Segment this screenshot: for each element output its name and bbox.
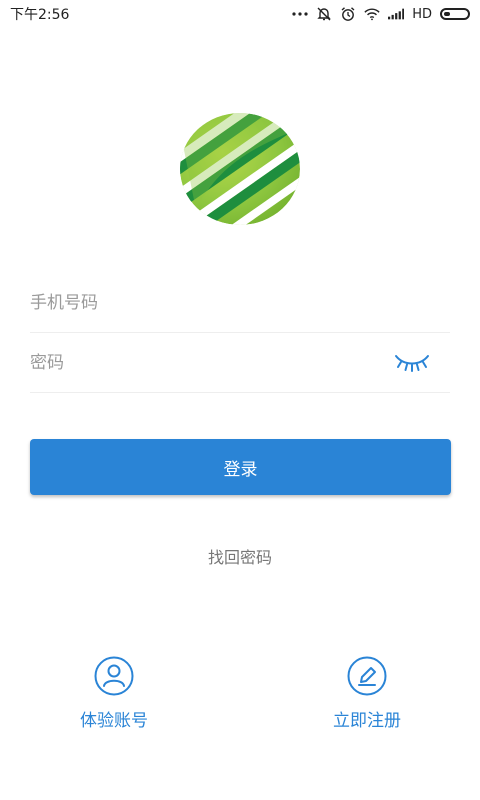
network-type: HD xyxy=(412,6,432,22)
signal-icon xyxy=(388,6,405,22)
app-logo xyxy=(176,110,304,228)
phone-input[interactable] xyxy=(30,293,450,313)
battery-level xyxy=(444,12,450,16)
status-bar: 下午2:56 HD xyxy=(0,0,480,28)
login-button[interactable]: 登录 xyxy=(30,439,451,495)
status-time: 下午2:56 xyxy=(10,7,70,23)
register-button[interactable]: 立即注册 xyxy=(297,656,437,731)
striped-globe-logo-icon xyxy=(180,113,300,225)
battery-icon xyxy=(440,8,470,20)
password-field-row xyxy=(30,334,450,393)
dots-icon xyxy=(292,6,308,22)
status-icons: HD xyxy=(292,6,470,22)
trial-account-button[interactable]: 体验账号 xyxy=(44,656,184,731)
forgot-password-link[interactable]: 找回密码 xyxy=(0,544,480,568)
register-label: 立即注册 xyxy=(333,711,401,731)
login-button-label: 登录 xyxy=(223,459,258,480)
wifi-icon xyxy=(364,6,380,22)
phone-field-row xyxy=(30,274,450,333)
user-icon xyxy=(94,656,134,696)
alarm-icon xyxy=(340,6,356,22)
password-input[interactable] xyxy=(30,353,450,373)
trial-account-label: 体验账号 xyxy=(80,711,148,731)
closed-eye-icon[interactable] xyxy=(394,350,430,374)
pencil-icon xyxy=(347,656,387,696)
notifications-off-icon xyxy=(316,6,332,22)
